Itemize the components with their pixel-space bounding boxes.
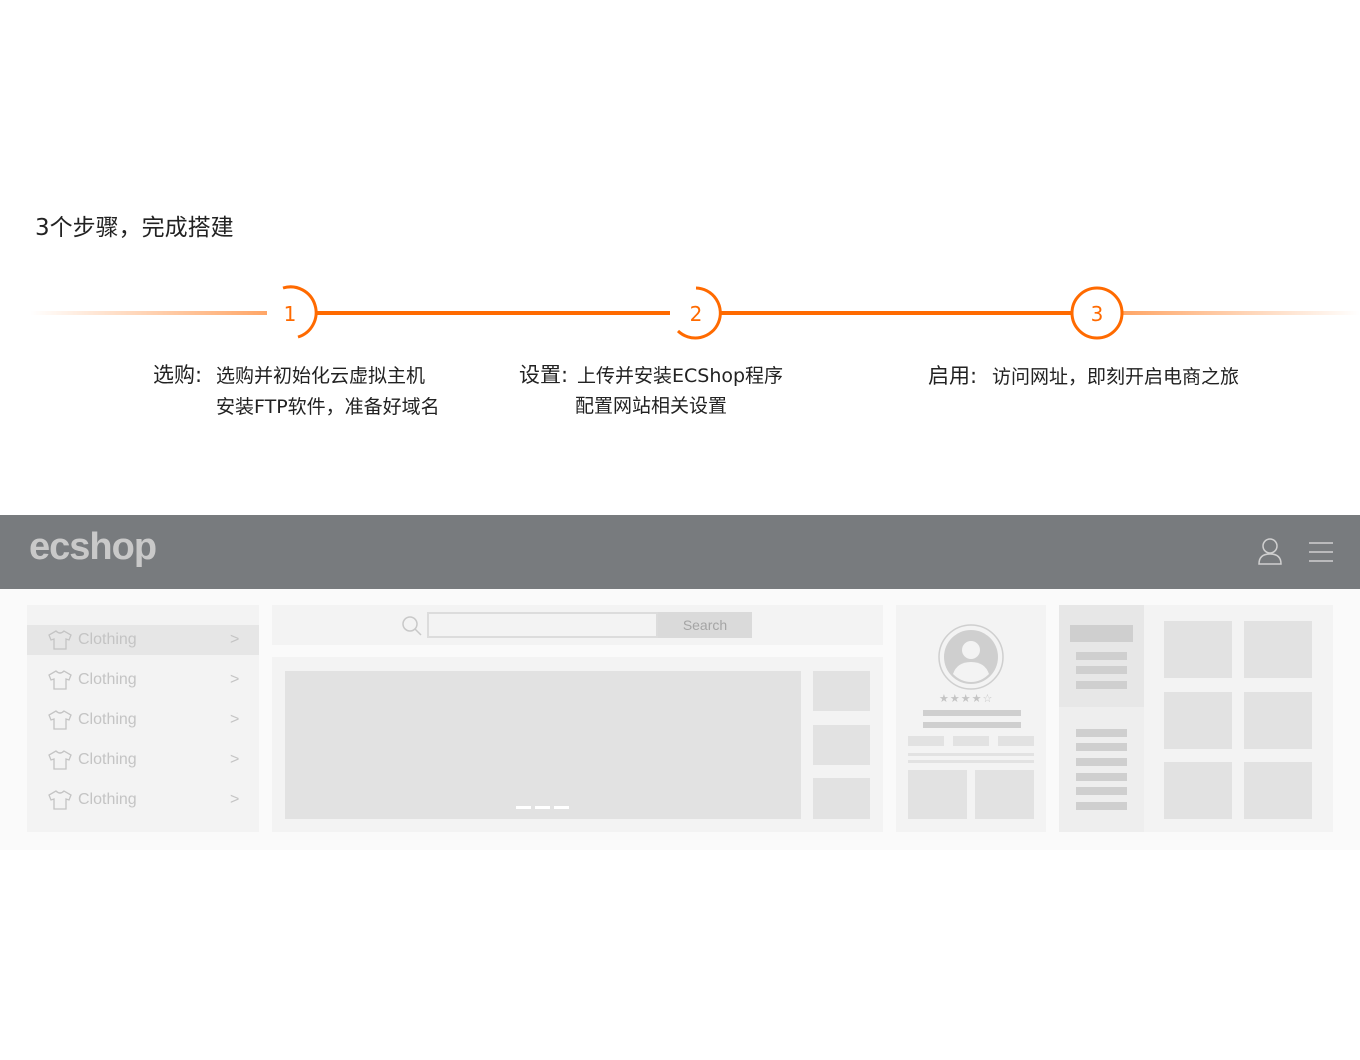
banner-dot[interactable] — [535, 806, 550, 809]
step-1-number: 1 — [284, 302, 297, 326]
timeline-line-2-3 — [721, 311, 1072, 315]
product-thumb[interactable] — [1164, 692, 1232, 749]
category-label: Clothing — [78, 671, 137, 688]
step-3-title: 启用: — [928, 364, 978, 388]
product-thumb[interactable] — [1244, 621, 1312, 678]
menu-line-placeholder — [1076, 787, 1127, 795]
step-2-line-2: 配置网站相关设置 — [575, 395, 728, 417]
banner-dot[interactable] — [516, 806, 531, 809]
search-button[interactable]: Search — [658, 612, 752, 638]
side-thumb — [813, 778, 870, 819]
ecshop-logo: ecshop — [29, 526, 157, 568]
line-placeholder — [908, 753, 1034, 756]
menu-line-placeholder — [1076, 666, 1127, 674]
product-thumb[interactable] — [1164, 621, 1232, 678]
menu-line-placeholder — [1076, 681, 1127, 689]
timeline-line-1-2 — [315, 311, 670, 315]
image-placeholder — [975, 770, 1034, 819]
step-2-number: 2 — [690, 302, 703, 326]
mockup-header — [0, 515, 1360, 589]
product-thumb[interactable] — [1244, 762, 1312, 819]
category-item[interactable]: Clothing > — [27, 665, 259, 695]
category-item[interactable]: Clothing > — [27, 625, 259, 655]
step-1-line-1: 选购并初始化云虚拟主机 — [216, 365, 426, 387]
menu-line-placeholder — [1076, 652, 1127, 660]
banner-image — [285, 671, 801, 819]
page-title: 3个步骤，完成搭建 — [35, 215, 234, 241]
category-item[interactable]: Clothing > — [27, 785, 259, 815]
chevron-right-icon: > — [230, 711, 240, 728]
menu-line-placeholder — [1076, 773, 1127, 781]
shirt-icon — [48, 790, 72, 810]
avatar-icon — [938, 624, 1004, 690]
step-3-line-1: 访问网址，即刻开启电商之旅 — [992, 366, 1240, 388]
menu-title-placeholder — [1070, 625, 1133, 642]
product-thumb[interactable] — [1164, 762, 1232, 819]
category-label: Clothing — [78, 631, 137, 648]
timeline-tail-line — [1122, 311, 1360, 315]
chevron-right-icon: > — [230, 751, 240, 768]
menu-column-bottom — [1059, 707, 1144, 832]
category-label: Clothing — [78, 791, 137, 808]
tag-placeholder — [908, 736, 944, 746]
side-thumb — [813, 671, 870, 711]
step-1-line-2: 安装FTP软件，准备好域名 — [216, 396, 440, 418]
side-thumb — [813, 725, 870, 765]
text-placeholder — [923, 710, 1021, 716]
menu-line-placeholder — [1076, 743, 1127, 751]
menu-line-placeholder — [1076, 758, 1127, 766]
text-placeholder — [923, 722, 1021, 728]
search-input[interactable] — [427, 612, 658, 638]
tag-placeholder — [953, 736, 989, 746]
step-2-title: 设置: — [519, 363, 569, 387]
product-thumb[interactable] — [1244, 692, 1312, 749]
category-label: Clothing — [78, 751, 137, 768]
shirt-icon — [48, 630, 72, 650]
chevron-right-icon: > — [230, 671, 240, 688]
search-icon — [402, 616, 422, 636]
step-2-line-1: 上传并安装ECShop程序 — [577, 365, 784, 387]
line-placeholder — [908, 760, 1034, 763]
step-3-number: 3 — [1091, 302, 1104, 326]
rating-stars: ★★★★☆ — [939, 692, 994, 705]
menu-line-placeholder — [1076, 729, 1127, 737]
menu-icon[interactable] — [1307, 540, 1335, 564]
shirt-icon — [48, 710, 72, 730]
steps-timeline: 1 2 3 — [30, 285, 1360, 340]
shirt-icon — [48, 670, 72, 690]
user-icon[interactable] — [1256, 537, 1284, 567]
banner-dot[interactable] — [554, 806, 569, 809]
category-item[interactable]: Clothing > — [27, 705, 259, 735]
chevron-right-icon: > — [230, 631, 240, 648]
image-placeholder — [908, 770, 967, 819]
shirt-icon — [48, 750, 72, 770]
category-item[interactable]: Clothing > — [27, 745, 259, 775]
timeline-lead-line — [30, 311, 267, 315]
step-1-title: 选购: — [153, 363, 203, 387]
chevron-right-icon: > — [230, 791, 240, 808]
category-label: Clothing — [78, 711, 137, 728]
tag-placeholder — [998, 736, 1034, 746]
menu-line-placeholder — [1076, 802, 1127, 810]
